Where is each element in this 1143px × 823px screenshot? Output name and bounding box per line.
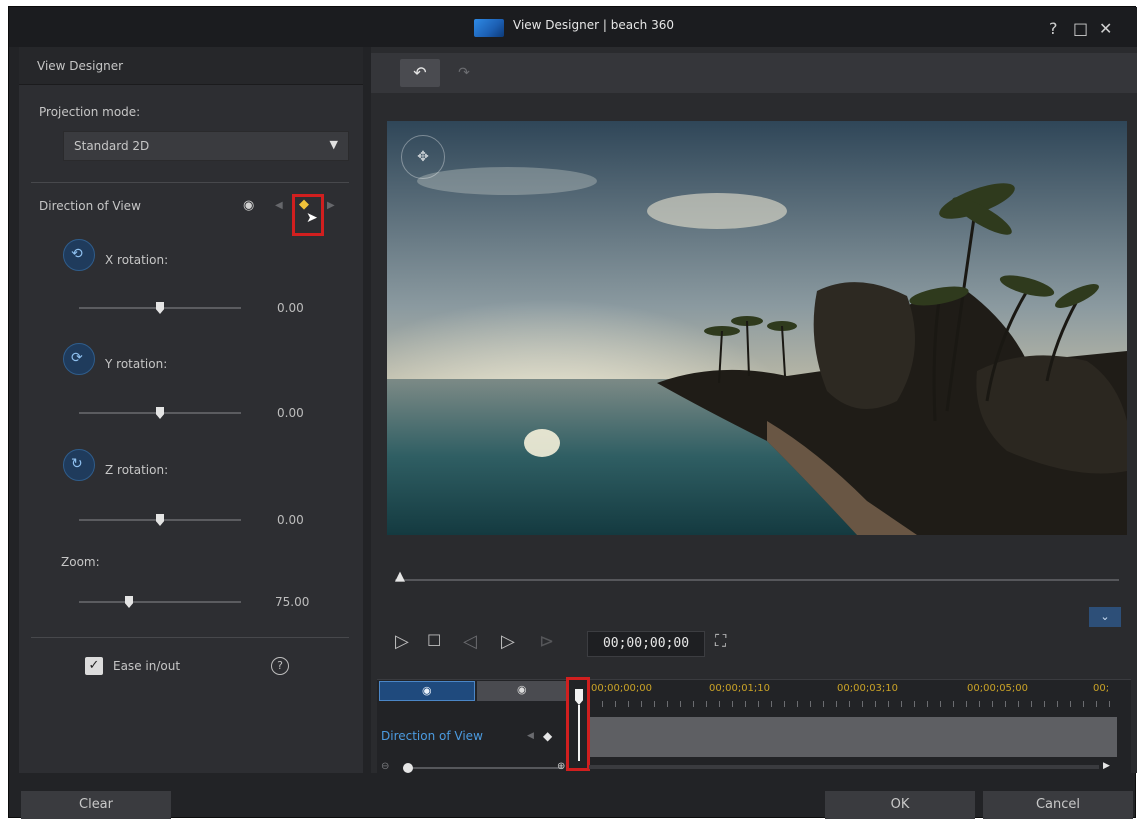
timeline-tick: 00;00;03;10 [837,683,899,694]
panel-header-title: View Designer [37,59,124,73]
scroll-right-icon[interactable]: ▶ [1103,761,1110,771]
divider [31,182,349,183]
z-rotation-label: Z rotation: [105,463,169,477]
video-preview[interactable] [387,121,1127,535]
collapse-button[interactable]: ⌄ [1089,607,1121,627]
fast-forward-icon[interactable]: ⊳ [539,631,554,652]
undo-icon: ↶ [413,63,427,82]
stop-icon[interactable]: ☐ [427,631,441,650]
zoom-label: Zoom: [61,555,100,569]
chevron-down-icon: ▼ [329,138,338,151]
timeline-zoom-slider[interactable] [403,763,563,773]
panel-header: View Designer [19,47,363,85]
help-button[interactable]: ? [1049,19,1058,38]
next-frame-icon[interactable]: ▷ [501,631,515,652]
help-icon[interactable]: ? [271,657,289,675]
projection-mode-dropdown[interactable]: Standard 2D ▼ [63,131,349,161]
timeline-tick: 00; [1093,683,1110,694]
ease-in-out-checkbox[interactable]: ✓ [85,657,103,675]
mouse-cursor-icon: ➤ [306,210,318,226]
close-button[interactable]: ✕ [1099,19,1112,38]
beach-scene-image [387,121,1127,535]
y-rotation-label: Y rotation: [105,357,168,371]
title-bar: View Designer | beach 360 ? □ ✕ [9,7,1137,47]
redo-icon: ↷ [458,65,470,81]
edit-toolbar [371,53,1137,93]
timeline-ruler: 00;00;00;00 00;00;01;10 00;00;03;10 00;0… [589,681,1119,711]
timeline-view-toggle[interactable]: ◉ [477,681,569,701]
direction-of-view-label: Direction of View [39,199,141,213]
zoom-in-icon[interactable]: ⊕ [557,761,565,772]
clear-button[interactable]: Clear [21,791,171,819]
undo-button[interactable]: ↶ [400,59,440,87]
app-logo-icon [474,19,504,37]
z-rotation-slider[interactable] [79,514,241,526]
reset-icon[interactable]: ◉ [243,198,254,213]
redo-button[interactable]: ↷ [449,59,479,87]
ease-in-out-label: Ease in/out [113,659,181,673]
window-title: View Designer | beach 360 [513,18,674,32]
next-keyframe-icon[interactable]: ▶ [327,200,335,211]
x-rotation-slider[interactable] [79,302,241,314]
direction-of-view-track[interactable] [589,717,1117,757]
fullscreen-icon[interactable]: ⛶ [715,631,726,651]
timeline-tick: 00;00;00;00 [591,683,653,694]
previous-keyframe-icon[interactable]: ◀ [275,200,283,211]
zoom-value[interactable]: 75.00 [275,595,309,609]
timeline-zoom-thumb[interactable] [403,763,413,773]
view-designer-window: View Designer | beach 360 ? □ ✕ View Des… [8,6,1137,819]
timeline-zoom-icon: ◉ [517,683,527,696]
playhead-line [578,705,580,761]
direction-of-view-track-label: Direction of View [381,729,483,743]
y-rotation-icon: ⟳ [63,343,95,375]
timeline-tick-marks [589,701,1117,707]
timeline-tick: 00;00;05;00 [967,683,1029,694]
x-rotation-icon: ⟲ [63,239,95,271]
z-rotation-icon: ↻ [63,449,95,481]
divider [31,637,349,638]
y-rotation-value[interactable]: 0.00 [277,406,304,420]
timeline-view-toggle-active[interactable]: ◉ [379,681,475,701]
view-navigation-icon[interactable]: ✥ [401,135,445,179]
zoom-slider[interactable] [79,596,241,608]
preview-scrubber[interactable]: ▲ [395,569,1119,584]
x-rotation-label: X rotation: [105,253,169,267]
timeline-scrollbar[interactable] [589,765,1099,769]
scrubber-thumb[interactable]: ▲ [395,569,405,584]
z-rotation-value[interactable]: 0.00 [277,513,304,527]
track-add-keyframe-icon[interactable]: ◆ [543,729,552,743]
timeline-view-icon: ◉ [422,684,432,697]
track-previous-keyframe-icon[interactable]: ◀ [527,731,534,741]
timeline-tick: 00;00;01;10 [709,683,771,694]
x-rotation-value[interactable]: 0.00 [277,301,304,315]
projection-mode-label: Projection mode: [39,105,141,119]
y-rotation-slider[interactable] [79,407,241,419]
projection-mode-value: Standard 2D [74,139,150,153]
ok-button[interactable]: OK [825,791,975,819]
timecode-display: 00;00;00;00 [587,631,705,657]
cancel-button[interactable]: Cancel [983,791,1133,819]
previous-frame-icon[interactable]: ◁ [463,631,477,652]
zoom-out-icon[interactable]: ⊖ [381,761,389,772]
maximize-button[interactable]: □ [1073,19,1088,38]
play-icon[interactable]: ▷ [395,631,409,652]
